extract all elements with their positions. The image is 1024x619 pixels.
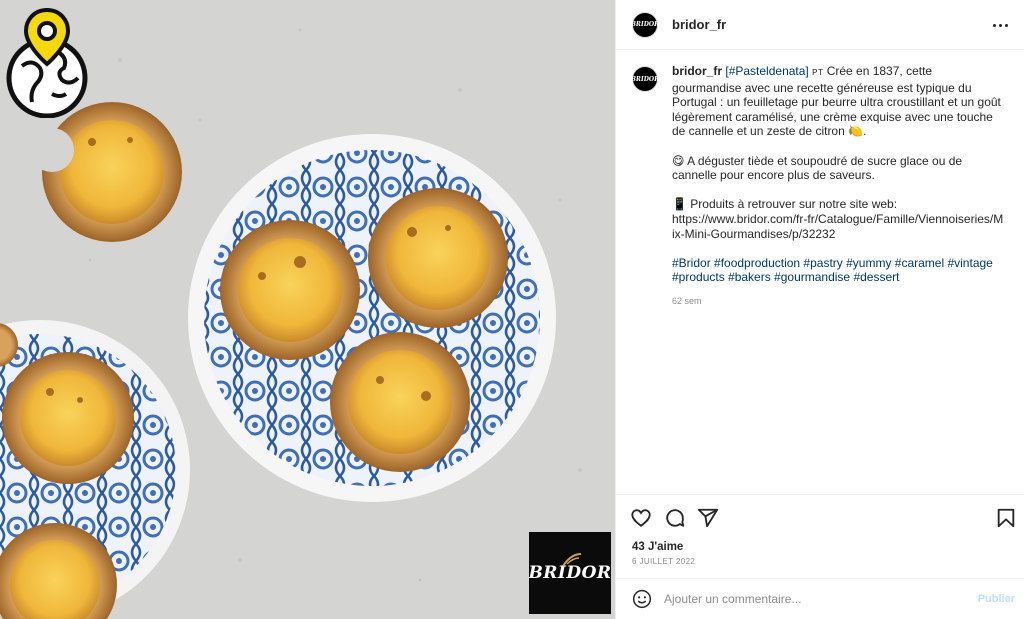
caption-avatar[interactable]: BRIDOR: [630, 66, 660, 92]
likes-count[interactable]: 43 J'aime: [632, 541, 683, 553]
post-side-panel: BRIDOR bridor_fr BRIDOR bridor_fr [#Past…: [615, 0, 1024, 619]
caption-body: bridor_fr [#Pasteldenata] PT Crée en 183…: [672, 64, 1004, 308]
caption-paragraph-3: 📱 Produits à retrouver sur notre site we…: [672, 197, 898, 212]
post-date: 6 JUILLET 2022: [632, 557, 696, 566]
avatar-text: BRIDOR: [630, 75, 660, 83]
more-options-button[interactable]: [989, 14, 1011, 36]
header-username[interactable]: bridor_fr: [672, 17, 726, 32]
caption-paragraph-2: 😋 A déguster tiède et soupoudré de sucre…: [672, 153, 963, 183]
more-horizontal-icon: [992, 23, 996, 27]
comment-input[interactable]: [664, 592, 964, 606]
add-comment-bar: Publier: [616, 578, 1024, 619]
globe-location-icon: [6, 7, 88, 118]
avatar-text: BRIDOR: [630, 21, 660, 28]
more-horizontal-icon: [1004, 23, 1008, 27]
more-horizontal-icon: [998, 23, 1002, 27]
comments-section: BRIDOR bridor_fr [#Pasteldenata] PT Crée…: [616, 50, 1024, 494]
caption-username[interactable]: bridor_fr: [672, 64, 722, 78]
post-header: BRIDOR bridor_fr: [616, 0, 1024, 50]
heart-icon[interactable]: [630, 507, 652, 529]
emoji-icon[interactable]: [632, 589, 652, 609]
comment-icon[interactable]: [664, 507, 686, 529]
action-bar: [616, 494, 1024, 539]
bridor-logo: BRIDOR: [528, 532, 611, 614]
post-comment-button[interactable]: Publier: [978, 593, 1015, 605]
language-code: PT: [812, 68, 824, 77]
bookmark-icon[interactable]: [995, 507, 1017, 529]
caption: BRIDOR bridor_fr [#Pasteldenata] PT Crée…: [630, 64, 1009, 308]
caption-time-ago: 62 sem: [672, 295, 702, 306]
share-icon[interactable]: [697, 507, 719, 529]
wheat-icon: [562, 553, 582, 567]
caption-url: https://www.bridor.com/fr-fr/Catalogue/F…: [672, 211, 1004, 241]
caption-hashtags[interactable]: #Bridor #foodproduction #pastry #yummy #…: [672, 256, 1004, 285]
caption-hashtag-link[interactable]: [#Pasteldenata]: [725, 64, 808, 78]
post-image[interactable]: BRIDOR: [0, 0, 615, 619]
avatar[interactable]: BRIDOR: [630, 11, 660, 38]
caption-paragraph-1: Crée en 1837, cette gourmandise avec une…: [672, 64, 1001, 139]
pastel-de-nata-photo: [0, 0, 615, 619]
